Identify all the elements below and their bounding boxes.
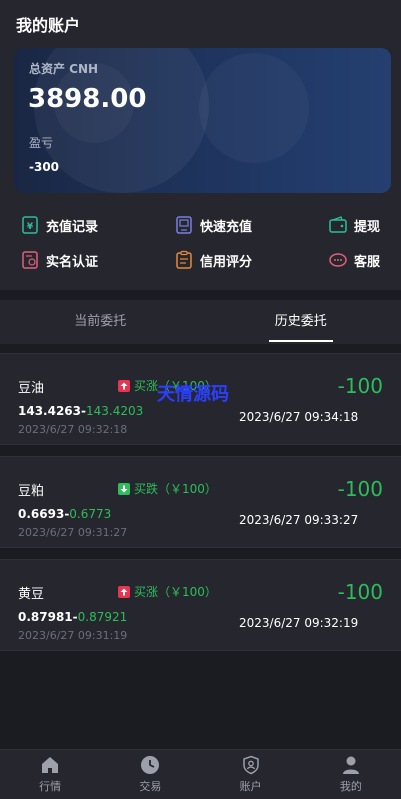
quick-fast-recharge[interactable]: 快速充值 bbox=[174, 215, 252, 235]
clock-icon bbox=[141, 756, 160, 774]
person-icon bbox=[342, 756, 359, 774]
order-direction-label: 买跌（￥100） bbox=[134, 482, 217, 496]
arrow-up-icon bbox=[118, 379, 130, 392]
order-prices: 0.6693-0.6773 bbox=[18, 507, 112, 521]
quick-id-verify[interactable]: 实名认证 bbox=[20, 250, 98, 270]
quick-recharge-icon bbox=[176, 216, 192, 234]
tab-current-orders[interactable]: 当前委托 bbox=[0, 300, 201, 344]
nav-item-label: 我的 bbox=[339, 780, 362, 793]
arrow-down-icon bbox=[118, 482, 130, 495]
nav-item-trade[interactable]: 交易 bbox=[100, 750, 200, 799]
quick-customer-service[interactable]: 客服 bbox=[328, 250, 380, 270]
quick-credit-score-label: 信用评分 bbox=[200, 254, 253, 270]
order-direction-label: 买涨（￥100） bbox=[134, 585, 217, 599]
watermark: 天情源码 bbox=[157, 384, 229, 405]
order-product-name: 黄豆 bbox=[18, 587, 45, 602]
nav-item-label: 行情 bbox=[39, 780, 62, 793]
order-prices: 0.87981-0.87921 bbox=[18, 610, 128, 624]
order-card[interactable]: 黄豆 买涨（￥100） 0.87981-0.87921 2023/6/27 09… bbox=[0, 559, 401, 651]
account-header: 我的账户 总资产 CNH 3898.00 盈亏 -300 ¥ 充值记录 快速充值… bbox=[0, 0, 401, 290]
order-close-time: 2023/6/27 09:33:27 bbox=[239, 513, 359, 527]
quick-fast-recharge-label: 快速充值 bbox=[200, 219, 253, 235]
order-open-time: 2023/6/27 09:31:27 bbox=[18, 526, 128, 539]
withdraw-wallet-icon bbox=[329, 216, 347, 233]
order-prices: 143.4263-143.4203 bbox=[18, 404, 144, 418]
order-close-time: 2023/6/27 09:32:19 bbox=[239, 616, 359, 630]
total-assets-value: 3898.00 bbox=[28, 84, 147, 114]
credit-score-icon bbox=[176, 250, 192, 269]
customer-service-icon bbox=[329, 253, 347, 267]
order-open-time: 2023/6/27 09:31:19 bbox=[18, 629, 128, 642]
nav-item-label: 账户 bbox=[239, 780, 262, 793]
card-decor-circle bbox=[199, 53, 309, 163]
order-direction-badge: 买涨（￥100） bbox=[118, 583, 217, 600]
order-close-price: 143.4203 bbox=[86, 404, 144, 418]
order-open-price: 0.6693 bbox=[18, 507, 65, 521]
quick-withdraw-label: 提现 bbox=[354, 219, 381, 235]
order-profit: -100 bbox=[337, 477, 383, 501]
order-product-name: 豆油 bbox=[18, 381, 45, 396]
nav-item-market[interactable]: 行情 bbox=[0, 750, 100, 799]
quick-id-verify-label: 实名认证 bbox=[46, 254, 99, 270]
asset-card: 总资产 CNH 3898.00 盈亏 -300 bbox=[14, 48, 391, 193]
order-close-price: 0.87921 bbox=[77, 610, 128, 624]
order-open-time: 2023/6/27 09:32:18 bbox=[18, 423, 128, 436]
order-profit: -100 bbox=[337, 374, 383, 398]
quick-recharge-record[interactable]: ¥ 充值记录 bbox=[20, 215, 98, 235]
pnl-label: 盈亏 bbox=[29, 136, 54, 150]
order-card[interactable]: 豆粕 买跌（￥100） 0.6693-0.6773 2023/6/27 09:3… bbox=[0, 456, 401, 548]
order-open-price: 0.87981 bbox=[18, 610, 73, 624]
quick-withdraw[interactable]: 提现 bbox=[328, 215, 380, 235]
shield-user-icon bbox=[242, 755, 259, 775]
nav-item-label: 交易 bbox=[139, 780, 162, 793]
order-direction-badge: 买跌（￥100） bbox=[118, 480, 217, 497]
home-icon bbox=[42, 757, 59, 773]
id-verify-icon bbox=[22, 251, 38, 269]
quick-customer-service-label: 客服 bbox=[354, 254, 381, 270]
page-title: 我的账户 bbox=[16, 16, 81, 35]
nav-item-mine[interactable]: 我的 bbox=[301, 750, 401, 799]
nav-item-account[interactable]: 账户 bbox=[201, 750, 301, 799]
tab-history-orders[interactable]: 历史委托 bbox=[201, 300, 401, 344]
order-close-price: 0.6773 bbox=[69, 507, 112, 521]
order-profit: -100 bbox=[337, 580, 383, 604]
quick-recharge-record-label: 充值记录 bbox=[46, 219, 99, 235]
order-product-name: 豆粕 bbox=[18, 484, 45, 499]
order-open-price: 143.4263 bbox=[18, 404, 82, 418]
order-tabs: 当前委托 历史委托 bbox=[0, 300, 401, 344]
recharge-record-icon: ¥ bbox=[22, 216, 38, 234]
quick-credit-score[interactable]: 信用评分 bbox=[174, 250, 252, 270]
arrow-up-icon bbox=[118, 585, 130, 598]
pnl-value: -300 bbox=[29, 160, 60, 174]
total-assets-label: 总资产 CNH bbox=[29, 62, 99, 76]
svg-text:¥: ¥ bbox=[27, 222, 34, 232]
bottom-nav: 行情 交易 账户 我的 bbox=[0, 749, 401, 799]
order-close-time: 2023/6/27 09:34:18 bbox=[239, 410, 359, 424]
